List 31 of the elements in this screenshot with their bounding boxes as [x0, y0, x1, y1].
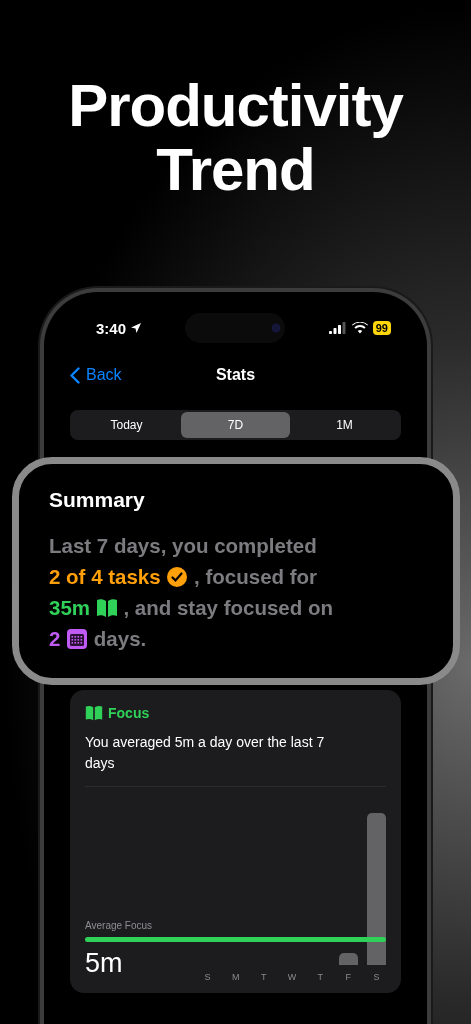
- card-title: Focus: [108, 705, 150, 721]
- average-value: 5m: [85, 948, 123, 979]
- chart-bar: [338, 952, 358, 965]
- screen-title: Stats: [215, 366, 256, 383]
- summary-title: Summary: [49, 488, 146, 512]
- day-label: M: [231, 971, 240, 983]
- period-tab[interactable]: 7D: [181, 412, 290, 438]
- average-message: You averaged 5m a day over the last 7 days: [85, 733, 326, 773]
- day-label: W: [287, 971, 297, 983]
- day-label: S: [373, 971, 380, 983]
- summary-text: Last 7 days, you completed 2 of 4 tasks , focused for 35m , and stay focused on 2 days.: [49, 533, 335, 652]
- average-label: Average Focus: [85, 920, 153, 931]
- battery-level: 99: [372, 321, 391, 335]
- signal-icon: [328, 322, 347, 334]
- back-button[interactable]: Back: [70, 366, 122, 384]
- book-icon: [95, 597, 118, 619]
- calendar-icon: [66, 628, 89, 650]
- checkmark-icon: [166, 566, 189, 588]
- period-tab[interactable]: Today: [72, 412, 181, 438]
- day-label: S: [204, 971, 211, 983]
- day-label: F: [345, 971, 352, 983]
- status-time: 3:40: [96, 319, 127, 337]
- day-label: T: [317, 971, 323, 983]
- location-arrow-icon: [130, 322, 143, 334]
- chevron-left-icon: [70, 366, 80, 384]
- day-label: T: [261, 971, 267, 983]
- headline: Productivity Trend: [67, 74, 405, 202]
- book-icon: [85, 704, 103, 722]
- period-tab[interactable]: 1M: [290, 412, 399, 438]
- wifi-icon: [351, 322, 368, 334]
- camera-icon: [271, 323, 282, 333]
